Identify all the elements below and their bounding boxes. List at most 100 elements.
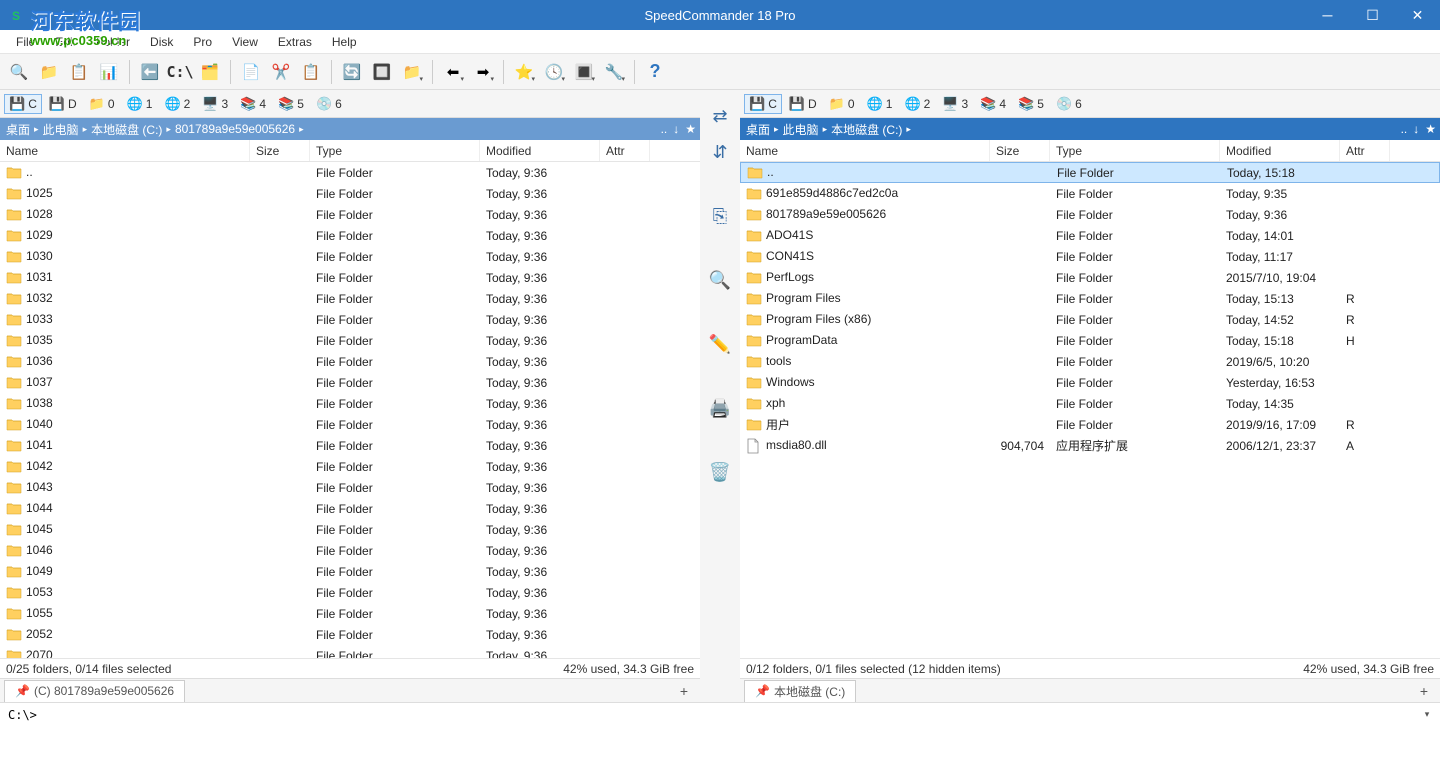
edit-file-icon[interactable]: ✏️ — [704, 328, 736, 360]
drive-4[interactable]: 📚4 — [235, 94, 271, 114]
drive-C[interactable]: 💾C — [744, 94, 782, 114]
folder-row[interactable]: 1041File FolderToday, 9:36 — [0, 435, 700, 456]
breadcrumb-segment[interactable]: 此电脑 — [783, 121, 819, 138]
drive-3[interactable]: 🖥️3 — [937, 94, 973, 114]
menu-pro[interactable]: Pro — [183, 31, 222, 53]
folder-row[interactable]: 1036File FolderToday, 9:36 — [0, 351, 700, 372]
folder-row[interactable]: 2070File FolderToday, 9:36 — [0, 645, 700, 658]
right-panel-tab[interactable]: 📌 本地磁盘 (C:) — [744, 680, 856, 702]
breadcrumb-segment[interactable]: 桌面 — [6, 121, 30, 138]
folder-row[interactable]: 1044File FolderToday, 9:36 — [0, 498, 700, 519]
drive-0[interactable]: 📁0 — [824, 94, 860, 114]
breadcrumb-segment[interactable]: 此电脑 — [43, 121, 79, 138]
open-terminal-icon[interactable]: C:\ — [167, 59, 193, 85]
swap-panels-icon[interactable]: ⇄ — [704, 100, 736, 132]
menu-folder[interactable]: Folder — [86, 31, 140, 53]
folder-row[interactable]: 1029File FolderToday, 9:36 — [0, 225, 700, 246]
drive-1[interactable]: 🌐1 — [122, 94, 158, 114]
folder-row[interactable]: 2052File FolderToday, 9:36 — [0, 624, 700, 645]
path-history-icon[interactable]: ↓ — [1413, 122, 1419, 136]
drive-C[interactable]: 💾C — [4, 94, 42, 114]
new-folder-icon[interactable]: 📁▾ — [399, 59, 425, 85]
breadcrumb-segment[interactable]: 本地磁盘 (C:) — [831, 121, 902, 138]
delete-icon[interactable]: 🗑️ — [704, 456, 736, 488]
folder-row[interactable]: 1025File FolderToday, 9:36 — [0, 183, 700, 204]
open-explorer-icon[interactable]: 🗂️ — [197, 59, 223, 85]
history-icon[interactable]: 🕓▾ — [541, 59, 567, 85]
menu-view[interactable]: View — [222, 31, 268, 53]
col-attr-header[interactable]: Attr — [600, 140, 650, 161]
col-attr-header[interactable]: Attr — [1340, 140, 1390, 161]
drive-3[interactable]: 🖥️3 — [197, 94, 233, 114]
left-panel-tab[interactable]: 📌 (C) 801789a9e59e005626 — [4, 680, 185, 702]
folder-row[interactable]: 1031File FolderToday, 9:36 — [0, 267, 700, 288]
folder-row[interactable]: PerfLogsFile Folder2015/7/10, 19:04 — [740, 267, 1440, 288]
col-size-header[interactable]: Size — [990, 140, 1050, 161]
folder-row[interactable]: ProgramDataFile FolderToday, 15:18H — [740, 330, 1440, 351]
equal-panels-icon[interactable]: ⇵ — [704, 136, 736, 168]
file-row[interactable]: msdia80.dll904,704应用程序扩展2006/12/1, 23:37… — [740, 435, 1440, 456]
folder-row[interactable]: ..File FolderToday, 15:18 — [740, 162, 1440, 183]
tools-icon[interactable]: 🔧▾ — [601, 59, 627, 85]
folder-row[interactable]: 1037File FolderToday, 9:36 — [0, 372, 700, 393]
folder-row[interactable]: 1049File FolderToday, 9:36 — [0, 561, 700, 582]
nav-forward-icon[interactable]: ➡▾ — [470, 59, 496, 85]
folder-row[interactable]: 1028File FolderToday, 9:36 — [0, 204, 700, 225]
drive-D[interactable]: 💾D — [44, 94, 82, 114]
right-add-tab-button[interactable]: + — [1414, 683, 1434, 699]
close-button[interactable]: ✕ — [1395, 0, 1440, 30]
copy-to-icon[interactable]: ⎘ — [704, 200, 736, 232]
folder-row[interactable]: ADO41SFile FolderToday, 14:01 — [740, 225, 1440, 246]
drive-6[interactable]: 💿6 — [311, 94, 347, 114]
col-name-header[interactable]: Name — [740, 140, 990, 161]
folder-row[interactable]: 1040File FolderToday, 9:36 — [0, 414, 700, 435]
menu-extras[interactable]: Extras — [268, 31, 322, 53]
paste-icon[interactable]: 📋 — [298, 59, 324, 85]
command-history-dropdown-icon[interactable]: ▾ — [1418, 709, 1436, 720]
folder-row[interactable]: 691e859d4886c7ed2c0aFile FolderToday, 9:… — [740, 183, 1440, 204]
col-size-header[interactable]: Size — [250, 140, 310, 161]
compare-icon[interactable]: 🔲 — [369, 59, 395, 85]
folder-row[interactable]: 1030File FolderToday, 9:36 — [0, 246, 700, 267]
drive-6[interactable]: 💿6 — [1051, 94, 1087, 114]
drive-D[interactable]: 💾D — [784, 94, 822, 114]
path-dropdown-icon[interactable]: .. — [661, 122, 668, 136]
path-dropdown-icon[interactable]: .. — [1401, 122, 1408, 136]
folder-row[interactable]: toolsFile Folder2019/6/5, 10:20 — [740, 351, 1440, 372]
folder-row[interactable]: 1038File FolderToday, 9:36 — [0, 393, 700, 414]
col-type-header[interactable]: Type — [1050, 140, 1220, 161]
drive-4[interactable]: 📚4 — [975, 94, 1011, 114]
folder-row[interactable]: 1053File FolderToday, 9:36 — [0, 582, 700, 603]
breadcrumb-segment[interactable]: 本地磁盘 (C:) — [91, 121, 162, 138]
target-left-icon[interactable]: ⬅️ — [137, 59, 163, 85]
favorites-star-icon[interactable]: ⭐▾ — [511, 59, 537, 85]
left-path-bar[interactable]: 桌面▸此电脑▸本地磁盘 (C:)▸801789a9e59e005626▸ .. … — [0, 118, 700, 140]
maximize-button[interactable]: ☐ — [1350, 0, 1395, 30]
col-type-header[interactable]: Type — [310, 140, 480, 161]
folder-row[interactable]: 1033File FolderToday, 9:36 — [0, 309, 700, 330]
left-file-list[interactable]: ..File FolderToday, 9:361025File FolderT… — [0, 162, 700, 658]
drive-2[interactable]: 🌐2 — [899, 94, 935, 114]
folder-row[interactable]: 1035File FolderToday, 9:36 — [0, 330, 700, 351]
minimize-button[interactable]: ─ — [1305, 0, 1350, 30]
menu-edit[interactable]: Edit — [45, 31, 86, 53]
activity-icon[interactable]: 📊 — [96, 59, 122, 85]
sync-panels-icon[interactable]: 📋 — [66, 59, 92, 85]
menu-file[interactable]: File — [6, 31, 45, 53]
folder-row[interactable]: 1042File FolderToday, 9:36 — [0, 456, 700, 477]
breadcrumb-segment[interactable]: 桌面 — [746, 121, 770, 138]
folder-row[interactable]: 1055File FolderToday, 9:36 — [0, 603, 700, 624]
left-add-tab-button[interactable]: + — [674, 683, 694, 699]
col-modified-header[interactable]: Modified — [480, 140, 600, 161]
folder-row[interactable]: ..File FolderToday, 9:36 — [0, 162, 700, 183]
drive-0[interactable]: 📁0 — [84, 94, 120, 114]
print-icon[interactable]: 🖨️ — [704, 392, 736, 424]
command-line-input[interactable] — [4, 706, 1418, 724]
right-path-bar[interactable]: 桌面▸此电脑▸本地磁盘 (C:)▸ .. ↓ ★ — [740, 118, 1440, 140]
refresh-icon[interactable]: 🔄 — [339, 59, 365, 85]
drive-2[interactable]: 🌐2 — [159, 94, 195, 114]
folder-row[interactable]: Program Files (x86)File FolderToday, 14:… — [740, 309, 1440, 330]
drive-5[interactable]: 📚5 — [273, 94, 309, 114]
menu-disk[interactable]: Disk — [140, 31, 183, 53]
right-file-list[interactable]: ..File FolderToday, 15:18691e859d4886c7e… — [740, 162, 1440, 658]
